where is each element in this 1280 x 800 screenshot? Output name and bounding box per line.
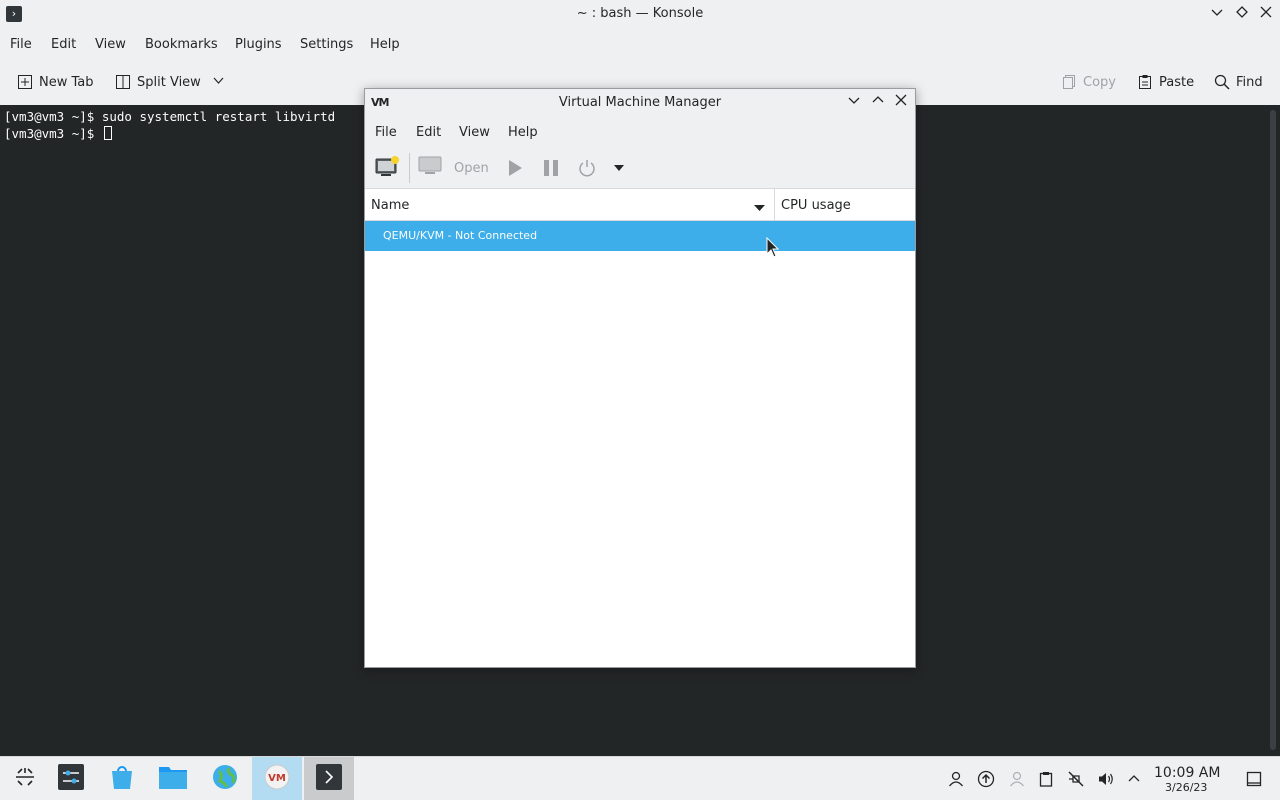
virt-manager-icon: VM (263, 763, 291, 795)
menu-settings[interactable]: Settings (300, 37, 353, 52)
chevron-down-icon[interactable] (213, 75, 224, 90)
menu-help[interactable]: Help (370, 37, 400, 52)
svg-text:VM: VM (268, 773, 286, 784)
konsole-titlebar: › ~ : bash — Konsole (0, 0, 1280, 29)
run-button[interactable] (506, 159, 524, 181)
copy-icon (1061, 74, 1077, 90)
clock-time[interactable]: 10:09 AM (1154, 765, 1220, 781)
connection-name: QEMU/KVM - Not Connected (383, 229, 538, 242)
column-cpu-header[interactable]: CPU usage (781, 198, 851, 213)
column-name-header[interactable]: Name (371, 198, 409, 213)
vmm-title: Virtual Machine Manager (558, 95, 722, 110)
vmm-menubar: File Edit View Help (365, 117, 915, 147)
vmm-menu-edit[interactable]: Edit (416, 125, 441, 140)
vmm-minimize-icon[interactable] (844, 93, 864, 113)
user-icon[interactable] (946, 769, 966, 789)
vmm-titlebar: VM Virtual Machine Manager (365, 89, 915, 117)
shutdown-button[interactable] (578, 159, 596, 181)
paste-label: Paste (1159, 74, 1195, 90)
paste-button[interactable]: Paste (1137, 71, 1194, 93)
network-disconnected-icon[interactable] (1066, 769, 1086, 789)
find-label: Find (1236, 74, 1263, 90)
pause-button[interactable] (542, 159, 560, 181)
update-icon[interactable] (976, 769, 996, 789)
chevron-up-icon[interactable] (1124, 769, 1144, 789)
terminal-icon (315, 763, 343, 795)
play-icon (506, 160, 524, 181)
globe-icon (211, 763, 239, 795)
sort-caret-icon[interactable] (754, 201, 765, 216)
task-konsole[interactable] (304, 757, 354, 800)
menu-file[interactable]: File (10, 37, 32, 52)
column-separator (774, 189, 775, 221)
task-virt-manager[interactable]: VM (252, 757, 302, 800)
maximize-icon[interactable] (1232, 5, 1252, 25)
split-view-button[interactable]: Split View (115, 71, 224, 93)
volume-icon[interactable] (1096, 769, 1116, 789)
settings-app-icon (57, 763, 85, 795)
pause-icon (542, 160, 560, 181)
shutdown-menu-button[interactable] (613, 162, 625, 177)
split-view-label: Split View (137, 74, 201, 90)
task-discover[interactable] (97, 757, 147, 800)
search-icon (1214, 74, 1230, 90)
new-vm-icon (374, 156, 400, 183)
menu-edit[interactable]: Edit (51, 37, 76, 52)
new-tab-button[interactable]: New Tab (17, 71, 94, 93)
launcher-icon (13, 765, 37, 793)
menu-bookmarks[interactable]: Bookmarks (145, 37, 218, 52)
vmm-menu-help[interactable]: Help (508, 125, 538, 140)
new-tab-icon (17, 74, 33, 90)
kde-connect-icon[interactable] (1007, 769, 1027, 789)
power-icon (578, 160, 596, 181)
find-button[interactable]: Find (1214, 71, 1263, 93)
taskbar: VM 10:09 AM 3/26/23 (0, 756, 1280, 800)
vmm-maximize-icon[interactable] (868, 93, 888, 113)
copy-label: Copy (1083, 74, 1116, 90)
caret-down-icon (613, 162, 625, 177)
vmm-window: VM Virtual Machine Manager File Edit Vie… (364, 88, 916, 668)
open-button[interactable]: Open (418, 155, 489, 181)
application-launcher[interactable] (0, 757, 50, 800)
terminal-cursor (103, 126, 112, 140)
task-system-settings[interactable] (46, 757, 96, 800)
paste-icon (1137, 74, 1153, 90)
vmm-close-icon[interactable] (891, 93, 911, 113)
close-icon[interactable] (1256, 5, 1276, 25)
mouse-pointer-icon (766, 236, 780, 263)
terminal-prompt: [vm3@vm3 ~]$ (4, 126, 102, 141)
copy-button[interactable]: Copy (1061, 71, 1116, 93)
konsole-menubar: File Edit View Bookmarks Plugins Setting… (0, 29, 1280, 59)
minimize-icon[interactable] (1207, 5, 1227, 25)
connection-row[interactable]: QEMU/KVM - Not Connected (365, 221, 915, 251)
store-icon (108, 763, 136, 795)
vm-list-header: Name CPU usage (365, 189, 915, 221)
clock-date[interactable]: 3/26/23 (1165, 781, 1207, 794)
open-label: Open (454, 160, 489, 176)
show-desktop-icon[interactable] (1244, 769, 1264, 789)
new-tab-label: New Tab (39, 74, 94, 90)
vmm-menu-file[interactable]: File (375, 125, 397, 140)
task-web-browser[interactable] (200, 757, 250, 800)
menu-view[interactable]: View (95, 37, 126, 52)
vmm-toolbar: Open (365, 147, 915, 189)
monitor-icon (418, 155, 442, 181)
folder-icon (158, 764, 188, 794)
task-file-manager[interactable] (148, 757, 198, 800)
new-vm-button[interactable] (374, 155, 400, 183)
vmm-menu-view[interactable]: View (459, 125, 490, 140)
clipboard-icon[interactable] (1036, 769, 1056, 789)
toolbar-separator (409, 153, 410, 183)
terminal-scrollbar[interactable] (1270, 110, 1276, 750)
menu-plugins[interactable]: Plugins (235, 37, 282, 52)
window-title: ~ : bash — Konsole (576, 6, 704, 21)
split-view-icon (115, 74, 131, 90)
